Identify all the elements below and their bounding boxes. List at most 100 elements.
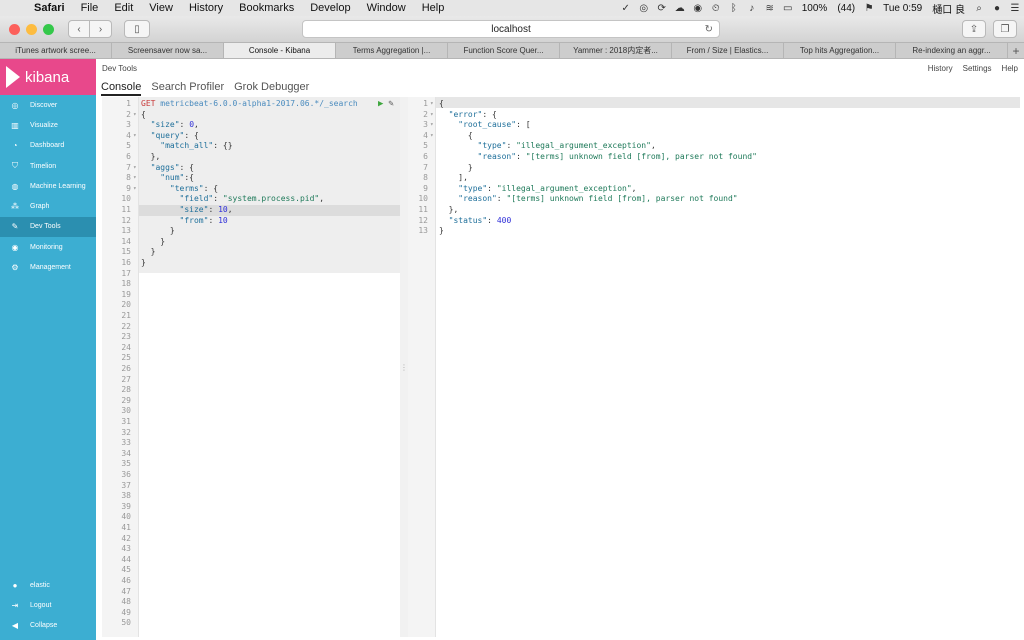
fold-toggle-icon[interactable]: ▾ (133, 163, 137, 174)
menu-window[interactable]: Window (359, 0, 414, 16)
menu-file[interactable]: File (73, 0, 107, 16)
code-line: 9 "type": "illegal_argument_exception", (408, 184, 1020, 195)
menu-app-name[interactable]: Safari (26, 0, 73, 16)
show-tabs-button[interactable]: ❐ (993, 20, 1017, 38)
browser-tab[interactable]: Top hits Aggregation... (784, 43, 896, 58)
tab-console[interactable]: Console (101, 81, 142, 96)
browser-tab[interactable]: iTunes artwork scree... (0, 43, 112, 58)
cloud-icon[interactable]: ☁ (671, 3, 689, 14)
circle-icon[interactable]: ◉ (689, 3, 707, 14)
fold-toggle-icon[interactable]: ▾ (430, 110, 434, 121)
browser-tab[interactable]: Re-indexing an aggr... (896, 43, 1008, 58)
notification-center-icon[interactable]: ☰ (1006, 3, 1024, 14)
code-token: } (141, 247, 156, 257)
request-editor[interactable]: ▶ ✎ 1 GET metricbeat-6.0.0-alpha1-2017.06… (102, 97, 400, 637)
menu-develop[interactable]: Develop (302, 0, 358, 16)
back-button[interactable]: ‹ (68, 20, 90, 38)
browser-tab[interactable]: Screensaver now sa... (112, 43, 224, 58)
sidebar-item-machine-learning[interactable]: ◍ Machine Learning (0, 176, 96, 196)
code-token: : (213, 194, 223, 204)
fold-toggle-icon[interactable]: ▾ (133, 173, 137, 184)
address-bar[interactable]: localhost ↻ (302, 20, 720, 38)
code-token: , (227, 205, 233, 214)
fold-toggle-icon[interactable]: ▾ (133, 110, 137, 121)
sidebar-item-discover[interactable]: ◎ Discover (0, 95, 96, 115)
menu-help[interactable]: Help (414, 0, 453, 16)
siri-icon[interactable]: ● (988, 3, 1006, 14)
line-number: 37 (121, 480, 131, 490)
zoom-window-button[interactable] (43, 23, 54, 35)
kibana-logo[interactable]: kibana (0, 59, 96, 95)
sidebar-item-dashboard[interactable]: ◔ Dashboard (0, 136, 96, 156)
sync-icon[interactable]: ⟳ (653, 3, 671, 14)
browser-tab[interactable]: From / Size | Elastics... (672, 43, 784, 58)
code-token: } (141, 226, 175, 236)
reload-icon[interactable]: ↻ (705, 24, 713, 35)
menu-history[interactable]: History (181, 0, 231, 16)
shield-icon: ⛉ (12, 161, 18, 171)
battery-percent[interactable]: 100% (797, 3, 833, 14)
check-icon[interactable]: ✓ (617, 3, 635, 14)
close-window-button[interactable] (9, 23, 20, 35)
sidebar-item-graph[interactable]: ⁂ Graph (0, 196, 96, 216)
history-link[interactable]: History (928, 64, 953, 73)
sidebar-item-timelion[interactable]: ⛉ Timelion (0, 156, 96, 176)
share-button[interactable]: ⇪ (962, 20, 986, 38)
tab-search-profiler[interactable]: Search Profiler (151, 81, 224, 96)
fold-toggle-icon[interactable]: ▾ (430, 131, 434, 142)
sidebar-toggle-button[interactable]: ▯ (124, 20, 150, 38)
sidebar-item-logout[interactable]: ⇥ Logout (0, 595, 96, 615)
fold-toggle-icon[interactable]: ▾ (430, 120, 434, 131)
forward-button[interactable]: › (90, 20, 112, 38)
menu-view[interactable]: View (141, 0, 181, 16)
tab-grok-debugger[interactable]: Grok Debugger (234, 81, 309, 96)
flag-icon[interactable]: ⚑ (860, 3, 878, 14)
browser-tab[interactable]: Yammer : 2018内定者... (560, 43, 672, 58)
fold-toggle-icon[interactable]: ▾ (133, 131, 137, 142)
browser-tab[interactable]: Function Score Quer... (448, 43, 560, 58)
new-tab-button[interactable]: + (1008, 43, 1024, 58)
bluetooth-icon[interactable]: ᛒ (725, 3, 743, 14)
code-line: 47 (102, 587, 400, 598)
menu-bookmarks[interactable]: Bookmarks (231, 0, 302, 16)
status-icon[interactable]: ◎ (635, 3, 653, 14)
minimize-window-button[interactable] (26, 23, 37, 35)
code-token: } (141, 236, 166, 246)
response-viewer[interactable]: 1 ▾{2 ▾ "error": {3 ▾ "root_cause": [4 ▾ {5 … (408, 97, 1020, 637)
code-text: "from": 10 (141, 216, 228, 227)
menu-clock[interactable]: Tue 0:59 (878, 3, 927, 14)
code-token: "size" (179, 205, 209, 214)
volume-icon[interactable]: ♪ (743, 3, 761, 14)
settings-link[interactable]: Settings (963, 64, 992, 73)
sidebar-item-monitoring[interactable]: ◉ Monitoring (0, 237, 96, 257)
sidebar-item-user[interactable]: ● elastic (0, 575, 96, 595)
browser-tab[interactable]: Terms Aggregation |... (336, 43, 448, 58)
fold-toggle-icon[interactable]: ▾ (430, 99, 434, 110)
sidebar-item-visualize[interactable]: ▥ Visualize (0, 115, 96, 135)
fold-toggle-icon[interactable]: ▾ (133, 184, 137, 195)
line-number: 44 (121, 554, 131, 564)
menu-edit[interactable]: Edit (106, 0, 141, 16)
line-number: 18 (121, 279, 131, 289)
wifi-icon[interactable]: ≋ (761, 3, 779, 14)
line-number: 4 (423, 130, 428, 140)
sidebar-item-management[interactable]: ⚙ Management (0, 257, 96, 277)
spotlight-icon[interactable]: ⌕ (970, 3, 988, 14)
menu-user[interactable]: 樋口 良 (927, 1, 970, 16)
sidebar-item-dev-tools[interactable]: ✎ Dev Tools (0, 216, 96, 238)
code-text: "field": "system.process.pid", (141, 194, 325, 205)
line-number: 48 (121, 597, 131, 607)
browser-tab-active[interactable]: Console - Kibana (224, 43, 336, 58)
sidebar-item-label: Logout (30, 602, 52, 610)
sidebar-item-collapse[interactable]: ◀ Collapse (0, 616, 96, 636)
line-number: 6 (423, 152, 428, 161)
ml-icon: ◍ (11, 181, 19, 191)
pane-resizer[interactable]: ⋮ (400, 97, 408, 637)
code-token: : (506, 141, 517, 151)
help-link[interactable]: Help (1002, 64, 1018, 73)
time-machine-icon[interactable]: ⏲ (707, 3, 725, 14)
line-number: 39 (121, 501, 131, 511)
